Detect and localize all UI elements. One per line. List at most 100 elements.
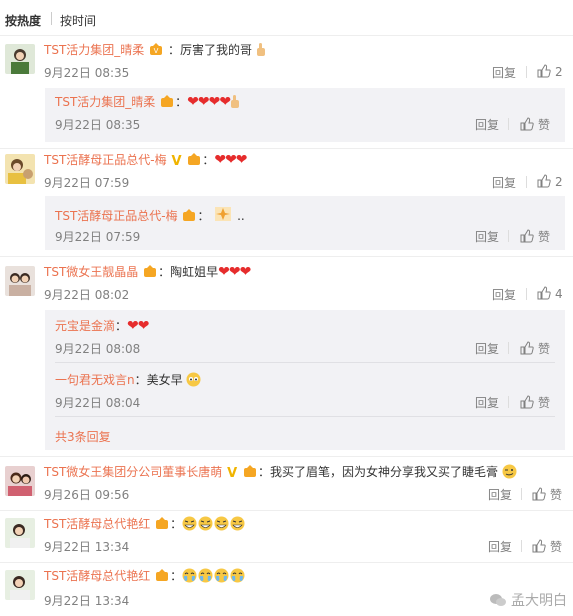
like-button[interactable]: 赞 xyxy=(520,394,550,411)
action-separator xyxy=(508,342,509,354)
reply-button[interactable]: 回复 xyxy=(475,394,499,411)
like-button[interactable]: 赞 xyxy=(532,486,562,503)
action-separator xyxy=(526,176,527,188)
comment-line: TST微女王靓晶晶 ：陶虹姐早❤❤❤ xyxy=(44,264,251,280)
username-link[interactable]: TST活力集团_晴柔 xyxy=(44,43,144,57)
crying-emoji-icon xyxy=(198,568,213,583)
divider xyxy=(0,510,573,511)
divider xyxy=(0,562,573,563)
comment-line: TST活力集团_晴柔 V ：厉害了我的哥 xyxy=(44,42,266,58)
thumbs-up-icon xyxy=(520,341,534,355)
username-link[interactable]: 元宝是金滴 xyxy=(55,319,115,333)
action-separator xyxy=(508,396,509,408)
comment-line: TST微女王集团分公司董事长唐萌 V ：我买了眉笔，因为女神分享我又买了睫毛膏 xyxy=(44,464,518,482)
verified-v-icon: V xyxy=(227,466,238,481)
username-link[interactable]: TST活酵母正品总代-梅 xyxy=(44,153,167,167)
reply-time: 9月22日 08:35 xyxy=(55,118,141,132)
action-separator xyxy=(521,540,522,552)
reply-box: TST活力集团_晴柔 ：❤❤❤❤ 9月22日 08:35 回复 赞 xyxy=(45,88,565,142)
username-link[interactable]: TST活酵母总代艳红 xyxy=(44,517,150,531)
reply-time: 9月22日 07:59 xyxy=(55,230,141,244)
reply-button[interactable]: 回复 xyxy=(475,228,499,245)
member-badge-icon xyxy=(156,517,169,529)
reply-button[interactable]: 回复 xyxy=(488,486,512,503)
reply-button[interactable]: 回复 xyxy=(475,340,499,357)
action-separator xyxy=(526,66,527,78)
thumbs-up-icon xyxy=(537,64,551,78)
laughing-emoji-icon xyxy=(230,516,245,531)
divider xyxy=(0,148,573,149)
heart-emoji-icon: ❤❤❤ xyxy=(214,152,247,168)
laughing-emoji-icon xyxy=(198,516,213,531)
like-button[interactable]: 赞 xyxy=(520,228,550,245)
reply-button[interactable]: 回复 xyxy=(492,174,516,191)
comment-line: TST活酵母总代艳红 ： xyxy=(44,516,246,532)
member-badge-icon xyxy=(188,153,201,165)
crying-emoji-icon xyxy=(230,568,245,583)
like-button[interactable]: 赞 xyxy=(532,538,562,555)
username-link[interactable]: TST微女王集团分公司董事长唐萌 xyxy=(44,465,222,479)
reply-button[interactable]: 回复 xyxy=(492,64,516,81)
avatar[interactable] xyxy=(5,266,35,296)
reply-button[interactable]: 回复 xyxy=(492,286,516,303)
action-separator xyxy=(521,488,522,500)
reply-time: 9月22日 08:04 xyxy=(55,396,141,410)
avatar[interactable] xyxy=(5,154,35,184)
comment-line: TST活酵母总代艳红 ： xyxy=(44,568,246,584)
avatar[interactable] xyxy=(5,518,35,548)
avatar[interactable] xyxy=(5,466,35,496)
comment-text: ：厉害了我的哥 xyxy=(167,43,252,57)
sort-by-time-tab[interactable]: 按时间 xyxy=(60,12,96,29)
username-link[interactable]: 一句君无戏言n xyxy=(55,373,135,387)
like-button[interactable]: 4 xyxy=(537,286,563,301)
reply-box: 元宝是金滴：❤❤ 9月22日 08:08 回复 赞 一句君无戏言n：美女早 9月… xyxy=(45,310,565,450)
like-button[interactable]: 赞 xyxy=(520,116,550,133)
username-link[interactable]: TST活酵母正品总代-梅 xyxy=(55,209,178,223)
divider xyxy=(55,362,555,363)
reply-line: TST活力集团_晴柔 ：❤❤❤❤ xyxy=(55,94,240,110)
username-link[interactable]: TST活力集团_晴柔 xyxy=(55,95,155,109)
reply-line: 一句君无戏言n：美女早 xyxy=(55,372,202,388)
thumbs-up-icon xyxy=(532,487,546,501)
thumbs-up-emoji-icon xyxy=(231,95,240,108)
laughing-emoji-icon xyxy=(182,516,197,531)
divider xyxy=(0,456,573,457)
comment-time: 9月22日 13:34 xyxy=(44,540,130,554)
member-badge-icon xyxy=(183,209,196,221)
comment-time: 9月22日 08:02 xyxy=(44,288,130,302)
reply-line: 元宝是金滴：❤❤ xyxy=(55,318,150,334)
action-separator xyxy=(508,230,509,242)
svg-text:V: V xyxy=(154,47,159,55)
member-badge-icon xyxy=(156,569,169,581)
username-link[interactable]: TST微女王靓晶晶 xyxy=(44,265,138,279)
comment-text: ：陶虹姐早 xyxy=(158,265,219,279)
like-button[interactable]: 2 xyxy=(537,174,563,189)
avatar[interactable] xyxy=(5,570,35,600)
thumbs-up-icon xyxy=(520,395,534,409)
reply-time: 9月22日 08:08 xyxy=(55,342,141,356)
reply-line: TST活酵母正品总代-梅 ： .. xyxy=(55,206,245,224)
like-button[interactable]: 2 xyxy=(537,64,563,79)
comment-text: ：我买了眉笔，因为女神分享我又买了睫毛膏 xyxy=(258,465,499,479)
username-link[interactable]: TST活酵母总代艳红 xyxy=(44,569,150,583)
heart-emoji-icon: ❤❤❤❤ xyxy=(187,94,231,110)
sort-by-hot-tab[interactable]: 按热度 xyxy=(5,12,41,29)
reply-box: TST活酵母正品总代-梅 ： .. 9月22日 07:59 回复 赞 xyxy=(45,196,565,250)
heart-emoji-icon: ❤❤ xyxy=(127,318,149,334)
more-replies-link[interactable]: 共3条回复 xyxy=(55,428,111,445)
thumbs-up-icon xyxy=(537,174,551,188)
comment-line: TST活酵母正品总代-梅 V ：❤❤❤ xyxy=(44,152,248,169)
thumbs-up-emoji-icon xyxy=(256,43,265,56)
comment-time: 9月22日 07:59 xyxy=(44,176,130,190)
like-button[interactable]: 赞 xyxy=(520,340,550,357)
crying-emoji-icon xyxy=(182,568,197,583)
member-badge-icon xyxy=(161,95,174,107)
avatar[interactable] xyxy=(5,44,35,74)
member-badge-icon: V xyxy=(150,43,163,55)
reply-button[interactable]: 回复 xyxy=(488,538,512,555)
comment-time: 9月26日 09:56 xyxy=(44,488,130,502)
reply-button[interactable]: 回复 xyxy=(475,116,499,133)
heart-emoji-icon: ❤❤❤ xyxy=(218,264,251,280)
sparkle-emoji-icon xyxy=(215,207,232,221)
sort-separator xyxy=(51,12,52,25)
